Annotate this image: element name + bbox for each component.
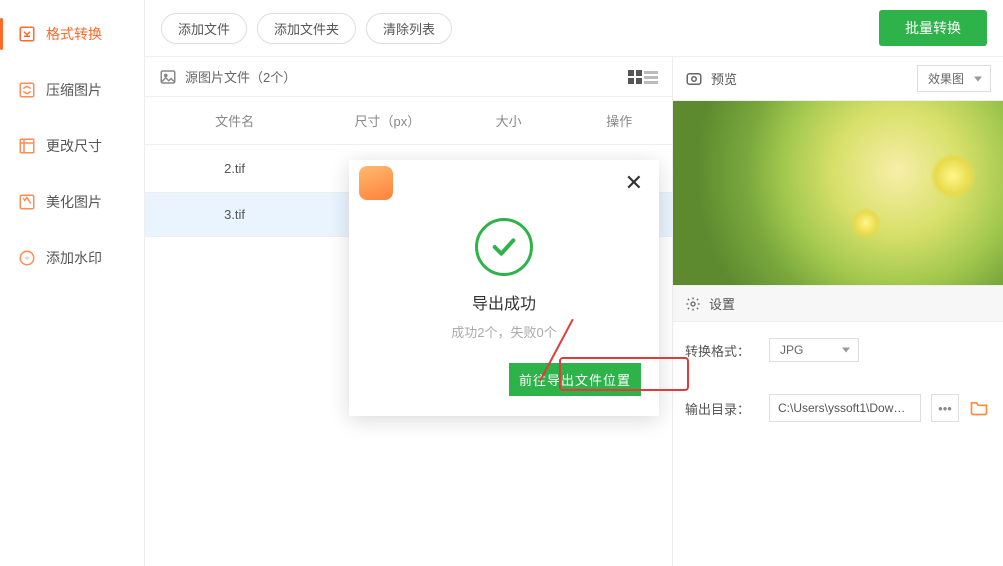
list-view-icon[interactable] <box>644 70 658 84</box>
format-label: 转换格式： <box>685 341 759 360</box>
sidebar-item-beautify[interactable]: 美化图片 <box>0 174 144 230</box>
settings-header: 设置 <box>673 285 1003 322</box>
format-convert-icon <box>18 25 36 43</box>
output-path-field[interactable]: C:\Users\yssoft1\Downloads <box>769 394 921 422</box>
add-folder-button[interactable]: 添加文件夹 <box>257 13 356 44</box>
resize-icon <box>18 137 36 155</box>
sidebar-item-label: 更改尺寸 <box>46 136 102 156</box>
cell-name: 3.tif <box>145 193 324 237</box>
file-list-header: 源图片文件（2个） <box>145 57 672 97</box>
app-logo <box>359 166 393 200</box>
output-label: 输出目录： <box>685 399 759 418</box>
col-filename: 文件名 <box>145 97 324 145</box>
preview-canvas <box>673 101 1003 285</box>
sidebar: 格式转换 压缩图片 更改尺寸 美化图片 添加水印 <box>0 0 145 566</box>
add-file-button[interactable]: 添加文件 <box>161 13 247 44</box>
beautify-icon <box>18 193 36 211</box>
cell-name: 2.tif <box>145 145 324 193</box>
sidebar-item-label: 添加水印 <box>46 248 102 268</box>
setting-output-row: 输出目录： C:\Users\yssoft1\Downloads ••• <box>673 378 1003 438</box>
watermark-icon <box>18 249 36 267</box>
preview-image <box>673 101 1003 285</box>
col-dimension: 尺寸（px） <box>324 97 450 145</box>
preview-header: 预览 效果图 <box>673 57 1003 101</box>
sidebar-item-watermark[interactable]: 添加水印 <box>0 230 144 286</box>
sidebar-item-label: 压缩图片 <box>46 80 102 100</box>
sidebar-item-format-convert[interactable]: 格式转换 <box>0 6 144 62</box>
gear-icon <box>685 296 701 312</box>
view-toggle[interactable] <box>628 70 658 84</box>
preview-icon <box>685 70 703 88</box>
sidebar-item-compress[interactable]: 压缩图片 <box>0 62 144 118</box>
output-more-button[interactable]: ••• <box>931 394 959 422</box>
grid-view-icon[interactable] <box>628 70 642 84</box>
preview-title: 预览 <box>711 69 737 88</box>
col-ops: 操作 <box>567 97 672 145</box>
dialog-subtitle: 成功2个，失败0个 <box>451 322 556 341</box>
compress-image-icon <box>18 81 36 99</box>
sidebar-item-resize[interactable]: 更改尺寸 <box>0 118 144 174</box>
clear-list-button[interactable]: 清除列表 <box>366 13 452 44</box>
toolbar: 添加文件 添加文件夹 清除列表 批量转换 <box>145 0 1003 57</box>
image-icon <box>159 68 177 86</box>
open-folder-icon[interactable] <box>969 397 991 419</box>
dialog-title: 导出成功 <box>472 290 536 314</box>
col-size: 大小 <box>451 97 567 145</box>
success-check-icon <box>475 218 533 276</box>
preview-mode-select[interactable]: 效果图 <box>917 65 991 92</box>
list-title: 源图片文件（2个） <box>185 67 296 86</box>
settings-title: 设置 <box>709 294 735 313</box>
format-select[interactable]: JPG <box>769 338 859 362</box>
close-button[interactable]: ✕ <box>619 168 649 198</box>
sidebar-item-label: 美化图片 <box>46 192 102 212</box>
export-success-dialog: ✕ 导出成功 成功2个，失败0个 前往导出文件位置 <box>349 160 659 416</box>
setting-format-row: 转换格式： JPG <box>673 322 1003 378</box>
goto-export-location-button[interactable]: 前往导出文件位置 <box>509 363 641 396</box>
batch-convert-button[interactable]: 批量转换 <box>879 10 987 46</box>
sidebar-item-label: 格式转换 <box>46 24 102 44</box>
